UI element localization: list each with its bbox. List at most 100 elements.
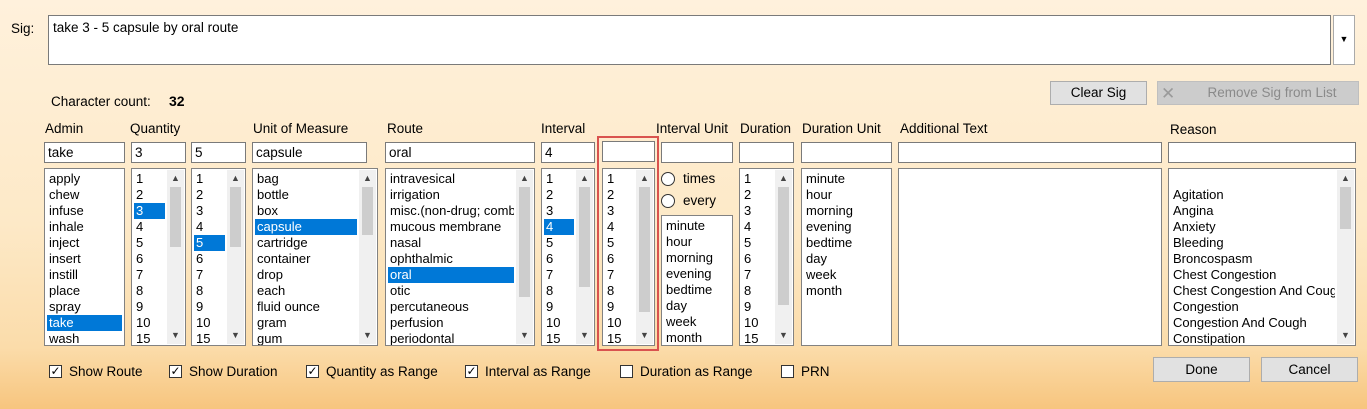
list-item[interactable]: apply [47,171,122,187]
list-item[interactable]: 5 [544,235,574,251]
list-item[interactable]: 8 [134,283,165,299]
additional-text-input[interactable] [898,142,1162,163]
checkbox-empty-icon[interactable] [781,365,794,378]
checkbox-quantity-as-range[interactable]: ✓ Quantity as Range [306,364,438,379]
checkbox-show-route[interactable]: ✓ Show Route [49,364,143,379]
list-item[interactable]: intravesical [388,171,514,187]
list-item[interactable]: 1 [134,171,165,187]
list-item[interactable]: perfusion [388,315,514,331]
list-item[interactable]: Congestion And Cough [1171,315,1335,331]
times-radio[interactable]: times [661,171,715,186]
list-item[interactable]: 6 [134,251,165,267]
remove-sig-button[interactable]: ✕ Remove Sig from List [1157,81,1359,105]
list-item[interactable]: take [47,315,122,331]
scrollbar-thumb[interactable] [230,187,241,247]
list-item[interactable]: gram [255,315,357,331]
list-item[interactable]: 15 [544,331,574,345]
list-item[interactable]: 8 [742,283,773,299]
list-item[interactable]: bedtime [664,282,730,298]
interval-unit-listbox[interactable]: minute hour morning evening bedtime day week mo… [661,215,733,346]
list-item[interactable]: day [804,251,889,267]
list-item[interactable]: 3 [194,203,225,219]
list-item[interactable]: 8 [544,283,574,299]
clear-sig-button[interactable]: Clear Sig [1050,81,1147,105]
scroll-down-icon[interactable]: ▼ [576,327,593,344]
scrollbar[interactable]: ▲ ▼ [1337,170,1354,344]
quantity-from-input[interactable]: 3 [131,142,186,163]
list-item[interactable]: 7 [194,267,225,283]
list-item[interactable]: Bleeding [1171,235,1335,251]
list-item[interactable]: day [664,298,730,314]
list-item[interactable]: gum [255,331,357,345]
list-item[interactable]: Congestion [1171,299,1335,315]
list-item[interactable]: container [255,251,357,267]
checkmark-icon[interactable]: ✓ [306,365,319,378]
unit-of-measure-input[interactable]: capsule [252,142,367,163]
list-item[interactable]: 10 [194,315,225,331]
list-item[interactable]: 6 [194,251,225,267]
list-item[interactable]: 5 [134,235,165,251]
list-item[interactable]: minute [804,171,889,187]
list-item[interactable]: week [804,267,889,283]
scrollbar[interactable]: ▲ ▼ [227,170,244,344]
list-item[interactable]: week [664,314,730,330]
list-item[interactable]: spray [47,299,122,315]
list-item[interactable]: 4 [742,219,773,235]
list-item[interactable]: bag [255,171,357,187]
interval-from-input[interactable]: 4 [541,142,595,163]
list-item[interactable]: Chest Congestion And Cough [1171,283,1335,299]
scrollbar-thumb[interactable] [519,187,530,297]
list-item[interactable]: 2 [134,187,165,203]
list-item[interactable]: chew [47,187,122,203]
list-item[interactable]: drop [255,267,357,283]
scrollbar[interactable]: ▲ ▼ [359,170,376,344]
list-item[interactable]: evening [804,219,889,235]
list-item[interactable]: hour [664,234,730,250]
list-item[interactable]: 5 [742,235,773,251]
unit-of-measure-listbox[interactable]: bag bottle box capsule cartridge container dro… [252,168,378,346]
list-item[interactable]: place [47,283,122,299]
scroll-down-icon[interactable]: ▼ [227,327,244,344]
additional-text-area[interactable] [898,168,1162,346]
route-listbox[interactable]: intravesical irrigation misc.(non-drug; co… [385,168,535,346]
reason-listbox[interactable]: Agitation Angina Anxiety Bleeding Broncospas… [1168,168,1356,346]
list-item[interactable]: minute [664,218,730,234]
list-item[interactable]: morning [804,203,889,219]
list-item[interactable]: 1 [742,171,773,187]
admin-listbox[interactable]: apply chew infuse inhale inject insert instill… [44,168,125,346]
scrollbar[interactable]: ▲ ▼ [775,170,792,344]
list-item[interactable]: 7 [134,267,165,283]
every-radio[interactable]: every [661,193,716,208]
list-item[interactable]: inject [47,235,122,251]
list-item[interactable]: 15 [134,331,165,345]
list-item[interactable]: nasal [388,235,514,251]
sig-textarea[interactable]: take 3 - 5 capsule by oral route [48,15,1331,65]
scrollbar[interactable]: ▲ ▼ [576,170,593,344]
checkmark-icon[interactable]: ✓ [49,365,62,378]
scrollbar-thumb[interactable] [362,187,373,235]
scroll-up-icon[interactable]: ▲ [775,170,792,187]
sig-dropdown-button[interactable]: ▼ [1333,15,1355,65]
list-item[interactable]: 4 [134,219,165,235]
list-item[interactable]: fluid ounce [255,299,357,315]
route-input[interactable]: oral [385,142,535,163]
list-item[interactable]: 5 [194,235,225,251]
duration-listbox[interactable]: 1 2 3 4 5 6 7 8 9 10 15 ▲ ▼ [739,168,794,346]
done-button[interactable]: Done [1153,357,1250,382]
admin-input[interactable]: take [44,142,125,163]
list-item[interactable]: 6 [544,251,574,267]
list-item[interactable]: ophthalmic [388,251,514,267]
duration-input[interactable] [739,142,794,163]
checkbox-empty-icon[interactable] [620,365,633,378]
list-item[interactable]: month [664,330,730,345]
scroll-down-icon[interactable]: ▼ [1337,327,1354,344]
scroll-up-icon[interactable]: ▲ [167,170,184,187]
list-item[interactable]: 3 [544,203,574,219]
interval-from-listbox[interactable]: 1 2 3 4 5 6 7 8 9 10 15 ▲ ▼ [541,168,595,346]
list-item[interactable]: box [255,203,357,219]
scroll-down-icon[interactable]: ▼ [359,327,376,344]
list-item[interactable]: infuse [47,203,122,219]
list-item[interactable]: 2 [194,187,225,203]
list-item[interactable]: Chest Congestion [1171,267,1335,283]
list-item[interactable]: 2 [544,187,574,203]
